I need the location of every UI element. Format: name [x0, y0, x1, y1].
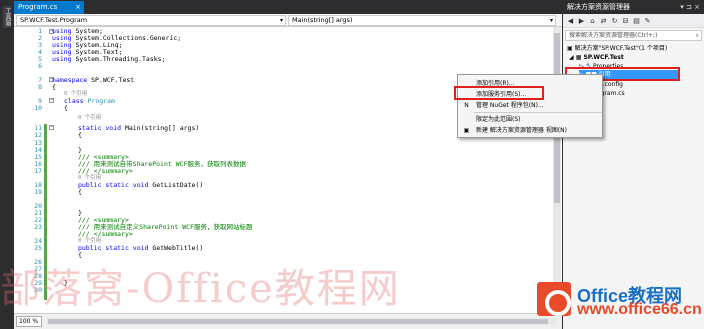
- solution-search-input[interactable]: 搜索解决方案资源管理器(Ctrl+;) ⌕: [565, 30, 702, 41]
- office-logo-icon: [537, 282, 571, 316]
- chevron-down-icon: ▾: [549, 17, 553, 24]
- code-line: {: [78, 251, 82, 259]
- context-menu: 添加引用(R)... 添加服务引用(S)... N 管理 NuGet 程序包(N…: [457, 74, 603, 138]
- code-line: public static void GetListDate(): [78, 181, 204, 189]
- panel-toolbar: ◀ ▶ ⌂ ⇄ ↻ ⊟ ▤ ✎: [563, 14, 704, 28]
- back-icon[interactable]: ◀: [566, 17, 575, 25]
- home-icon[interactable]: ⌂: [588, 17, 597, 25]
- watermark-text: 部落窝-Office教程网: [0, 266, 401, 312]
- collapse-all-icon[interactable]: ⊟: [621, 17, 630, 25]
- logo-url: www.office66.cn: [577, 301, 702, 318]
- tab-program-cs[interactable]: Program.cs ×: [14, 1, 84, 14]
- code-line: public static void GetWebTitle(): [78, 244, 204, 252]
- menu-item-manage-nuget[interactable]: N 管理 NuGet 程序包(N)...: [458, 100, 604, 111]
- code-line: {: [64, 104, 68, 112]
- line-number: 17: [34, 167, 42, 175]
- properties-icon[interactable]: ✎: [643, 17, 652, 25]
- tab-title: Program.cs: [18, 3, 58, 11]
- code-line: using System.Threading.Tasks;: [52, 55, 166, 63]
- type-dropdown-value: SP.WCF.Test.Program: [20, 16, 88, 24]
- close-tab-icon[interactable]: ×: [75, 1, 81, 14]
- code-line: {: [52, 83, 56, 91]
- add-service-reference-highlight-box: [454, 86, 544, 100]
- tree-node-project[interactable]: ◢ ▦ SP.WCF.Test: [569, 53, 624, 62]
- member-dropdown[interactable]: Main(string[] args) ▾: [288, 15, 556, 26]
- sync-icon[interactable]: ⇄: [599, 17, 608, 25]
- panel-title: 解决方案资源管理器: [567, 3, 630, 11]
- menu-item-new-explorer-view[interactable]: ▣ 新建 解决方案资源管理器 视图(N): [458, 125, 604, 136]
- menu-item-scope-to-this[interactable]: 限定为此范围(S): [458, 114, 604, 125]
- code-line: {: [78, 131, 82, 139]
- zoom-dropdown[interactable]: 100 %: [16, 316, 42, 327]
- line-number: 10: [34, 104, 42, 112]
- document-tab-bar: Program.cs ×: [14, 0, 562, 14]
- toolbox-tab[interactable]: 工具箱: [3, 6, 11, 28]
- expand-icon[interactable]: ◢: [569, 54, 576, 61]
- collapse-icon[interactable]: −: [49, 125, 54, 130]
- scrollbar-thumb[interactable]: [48, 319, 548, 324]
- search-icon[interactable]: ⌕: [696, 31, 699, 40]
- code-line: {: [78, 188, 82, 196]
- show-all-files-icon[interactable]: ▤: [632, 17, 641, 25]
- nuget-icon: N: [464, 102, 469, 109]
- refresh-icon[interactable]: ↻: [610, 17, 619, 25]
- line-number: 6: [38, 62, 42, 70]
- forward-icon[interactable]: ▶: [577, 17, 586, 25]
- code-line: static void Main(string[] args): [78, 124, 200, 132]
- chevron-down-icon: ▾: [279, 17, 283, 24]
- tree-node-solution[interactable]: ▣ 解决方案"SP.WCF.Test"(1 个项目): [567, 44, 667, 53]
- new-view-icon: ▣: [463, 127, 470, 134]
- site-logo: Office教程网 www.office66.cn: [537, 280, 703, 320]
- line-number: 25: [34, 244, 42, 252]
- reference-count[interactable]: 0 个引用: [78, 115, 101, 122]
- menu-separator: [474, 112, 602, 113]
- code-line: namespace SP.WCF.Test: [52, 76, 135, 84]
- line-number: 19: [34, 188, 42, 196]
- panel-window-controls[interactable]: ▾ ⊐ ×: [680, 0, 700, 14]
- solution-icon: ▣: [567, 45, 575, 52]
- navigation-bar: SP.WCF.Test.Program ▾ Main(string[] args…: [14, 14, 562, 27]
- search-placeholder: 搜索解决方案资源管理器(Ctrl+;): [569, 32, 658, 39]
- line-number: 8: [38, 83, 42, 91]
- code-line: class Program: [64, 97, 115, 105]
- type-dropdown[interactable]: SP.WCF.Test.Program ▾: [16, 15, 286, 26]
- scope-icon: [463, 116, 470, 123]
- panel-title-bar: 解决方案资源管理器 ▾ ⊐ ×: [563, 0, 704, 14]
- line-number: 23: [34, 223, 42, 231]
- member-dropdown-value: Main(string[] args): [292, 16, 353, 24]
- horizontal-scrollbar[interactable]: [46, 318, 556, 325]
- collapse-icon[interactable]: −: [49, 98, 54, 103]
- zoom-value: 100 %: [19, 318, 39, 325]
